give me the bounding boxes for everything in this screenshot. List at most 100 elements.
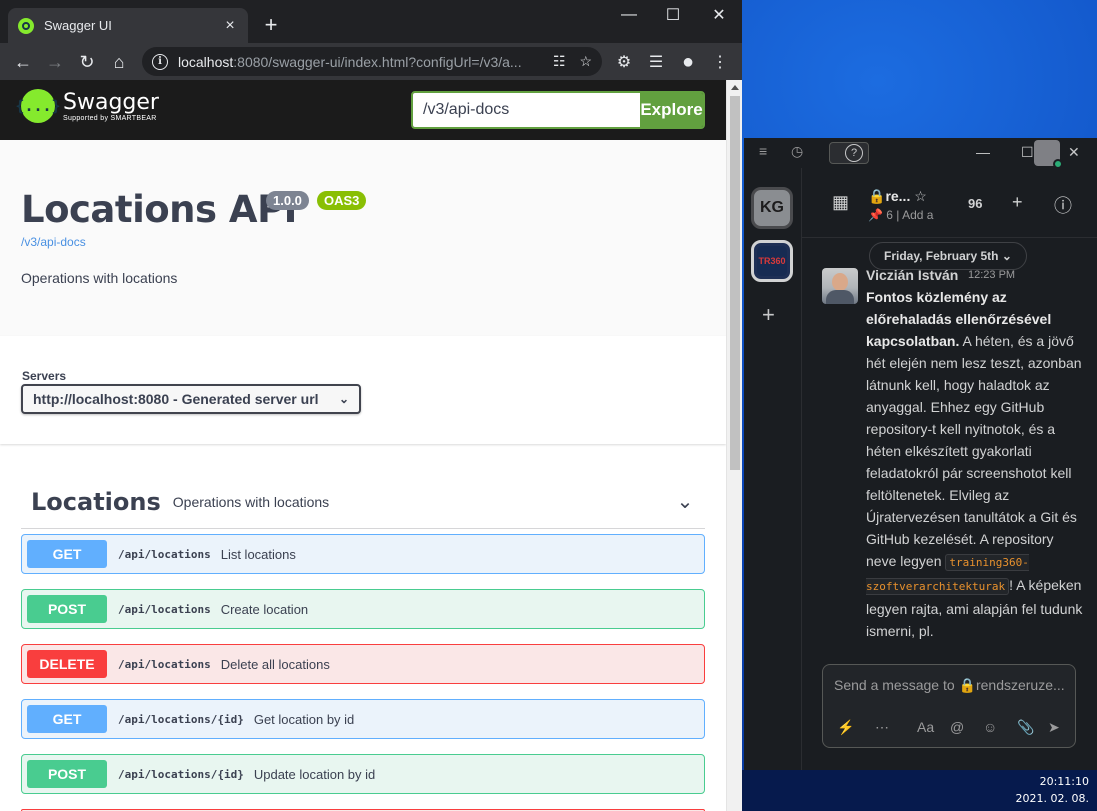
home-icon[interactable]: ⌂ bbox=[106, 49, 132, 75]
api-info-section: Locations API 1.0.0 OAS3 /v3/api-docs Op… bbox=[0, 140, 726, 336]
operation-path: /api/locations/{id} bbox=[118, 712, 244, 726]
channel-name[interactable]: 🔒re... ☆ bbox=[868, 188, 927, 205]
close-window-button[interactable]: ✕ bbox=[694, 0, 742, 30]
swagger-logo-icon: {...} bbox=[15, 89, 61, 123]
workspace-tr360[interactable]: TR360 bbox=[751, 240, 793, 282]
operation-post-locations[interactable]: POST /api/locations Create location bbox=[21, 589, 705, 629]
message-composer[interactable]: Send a message to 🔒rendszeruze... ⚡ ⋯ Aa… bbox=[822, 664, 1076, 748]
hamburger-menu-icon[interactable]: ≡ bbox=[759, 143, 767, 159]
swagger-logo[interactable]: {...} Swagger Supported by SMARTBEAR bbox=[15, 89, 159, 123]
taskbar-clock[interactable]: 20:11:10 2021. 02. 08. bbox=[1016, 773, 1089, 807]
explore-button[interactable]: Explore bbox=[640, 93, 703, 127]
operation-path: /api/locations bbox=[118, 657, 211, 671]
browser-tab[interactable]: Swagger UI × bbox=[8, 8, 248, 43]
add-member-icon[interactable]: + bbox=[1012, 192, 1023, 213]
operation-path: /api/locations bbox=[118, 547, 211, 561]
formatting-aa-icon[interactable]: Aa bbox=[917, 719, 934, 735]
operation-summary: Update location by id bbox=[253, 766, 376, 782]
author-avatar[interactable] bbox=[822, 268, 858, 304]
address-bar[interactable]: i localhost:8080/swagger-ui/index.html?c… bbox=[142, 47, 602, 76]
tab-title: Swagger UI bbox=[44, 18, 112, 33]
reload-icon[interactable]: ↻ bbox=[74, 49, 100, 75]
spec-url-form: Explore bbox=[411, 91, 705, 129]
slack-window: ≡ ◷ ? — ☐ ✕ KG TR360 + ▦ 🔒re... ☆ 📌 6 | … bbox=[744, 138, 1097, 770]
tab-strip: Swagger UI × + — ☐ ✕ bbox=[0, 0, 742, 43]
oas-badge: OAS3 bbox=[317, 191, 367, 210]
info-icon[interactable]: ⓘ bbox=[1054, 192, 1072, 218]
mention-at-icon[interactable]: @ bbox=[950, 719, 964, 735]
page-viewport: {...} Swagger Supported by SMARTBEAR Exp… bbox=[0, 80, 742, 811]
version-badge: 1.0.0 bbox=[266, 191, 309, 210]
operation-summary: Create location bbox=[220, 601, 309, 617]
workspace-rail: KG TR360 + bbox=[744, 168, 802, 770]
composer-placeholder[interactable]: Send a message to 🔒rendszeruze... bbox=[834, 677, 1070, 694]
collapse-chevron-icon[interactable]: ⌄ bbox=[665, 489, 705, 514]
page-scrollbar[interactable] bbox=[726, 80, 742, 811]
method-badge: GET bbox=[27, 705, 107, 733]
forward-icon[interactable]: → bbox=[42, 49, 68, 75]
server-selected-value: http://localhost:8080 - Generated server… bbox=[33, 391, 319, 407]
operation-delete-locations[interactable]: DELETE /api/locations Delete all locatio… bbox=[21, 644, 705, 684]
operation-path: /api/locations/{id} bbox=[118, 767, 244, 781]
extensions-icon[interactable]: ⚙ bbox=[611, 49, 637, 75]
slack-titlebar: ≡ ◷ ? — ☐ ✕ bbox=[744, 138, 1097, 169]
slack-minimize-button[interactable]: — bbox=[976, 144, 990, 160]
swagger-logo-word: Swagger bbox=[63, 89, 159, 115]
maximize-button[interactable]: ☐ bbox=[648, 0, 698, 30]
operation-get-location-by-id[interactable]: GET /api/locations/{id} Get location by … bbox=[21, 699, 705, 739]
help-icon[interactable]: ? bbox=[845, 144, 863, 162]
attach-paperclip-icon[interactable]: 📎 bbox=[1017, 719, 1034, 736]
tr360-logo: TR360 bbox=[757, 246, 787, 276]
message-author[interactable]: Viczián István bbox=[866, 267, 958, 283]
site-info-icon[interactable]: i bbox=[152, 53, 168, 70]
minimize-button[interactable]: — bbox=[604, 0, 654, 30]
translate-icon[interactable]: ☷ bbox=[553, 53, 566, 70]
message-body: Fontos közlemény az előrehaladás ellenőr… bbox=[866, 289, 1083, 639]
locations-tag-header[interactable]: Locations Operations with locations ⌄ bbox=[21, 475, 705, 529]
menu-kebab-icon[interactable]: ⋮ bbox=[707, 49, 733, 75]
servers-select[interactable]: http://localhost:8080 - Generated server… bbox=[21, 384, 361, 414]
new-tab-button[interactable]: + bbox=[258, 12, 284, 38]
member-count[interactable]: 96 bbox=[968, 196, 982, 211]
workspace-kg[interactable]: KG bbox=[751, 187, 793, 229]
media-control-icon[interactable]: ☰ bbox=[643, 49, 669, 75]
api-description: Operations with locations bbox=[21, 270, 178, 286]
servers-section: Servers http://localhost:8080 - Generate… bbox=[0, 336, 726, 444]
operation-post-location-by-id[interactable]: POST /api/locations/{id} Update location… bbox=[21, 754, 705, 794]
send-icon[interactable]: ➤ bbox=[1048, 719, 1060, 736]
clock-time: 20:11:10 bbox=[1039, 775, 1089, 788]
more-dots-icon[interactable]: ⋯ bbox=[875, 719, 889, 736]
channel-details-icon[interactable]: ▦ bbox=[832, 192, 849, 213]
bookmark-star-icon[interactable]: ☆ bbox=[579, 53, 592, 70]
swagger-favicon-icon bbox=[18, 17, 34, 34]
slack-close-button[interactable]: ✕ bbox=[1068, 144, 1080, 161]
date-divider[interactable]: Friday, February 5th ⌄ bbox=[869, 242, 1027, 270]
operation-summary: List locations bbox=[220, 546, 296, 562]
operation-summary: Delete all locations bbox=[220, 656, 330, 672]
swagger-logo-sub: Supported by SMARTBEAR bbox=[63, 114, 157, 122]
scrollbar-thumb[interactable] bbox=[730, 96, 740, 470]
channel-subinfo[interactable]: 📌 6 | Add a bbox=[868, 208, 933, 222]
channel-header: ▦ 🔒re... ☆ 📌 6 | Add a 96 + ⓘ bbox=[802, 168, 1097, 238]
user-avatar[interactable] bbox=[1034, 140, 1063, 169]
browser-window: Swagger UI × + — ☐ ✕ ← → ↻ ⌂ i localhost… bbox=[0, 0, 742, 811]
history-clock-icon[interactable]: ◷ bbox=[791, 143, 803, 160]
search-box[interactable]: ? bbox=[829, 142, 869, 164]
profile-icon[interactable]: ● bbox=[675, 49, 701, 75]
slack-maximize-button[interactable]: ☐ bbox=[1021, 144, 1034, 161]
spec-url-input[interactable] bbox=[413, 93, 640, 127]
method-badge: POST bbox=[27, 760, 107, 788]
back-icon[interactable]: ← bbox=[10, 49, 36, 75]
chevron-down-icon: ⌄ bbox=[338, 392, 349, 406]
clock-date: 2021. 02. 08. bbox=[1015, 792, 1089, 805]
tag-description: Operations with locations bbox=[172, 493, 330, 510]
tab-close-icon[interactable]: × bbox=[222, 17, 238, 35]
operation-get-locations[interactable]: GET /api/locations List locations bbox=[21, 534, 705, 574]
message-time[interactable]: 12:23 PM bbox=[968, 269, 1015, 281]
api-title: Locations API bbox=[21, 188, 297, 231]
shortcuts-lightning-icon[interactable]: ⚡ bbox=[837, 719, 854, 736]
scroll-up-icon[interactable] bbox=[731, 85, 739, 90]
spec-link[interactable]: /v3/api-docs bbox=[21, 235, 86, 249]
emoji-icon[interactable]: ☺ bbox=[983, 719, 997, 735]
add-workspace-icon[interactable]: + bbox=[762, 302, 775, 328]
